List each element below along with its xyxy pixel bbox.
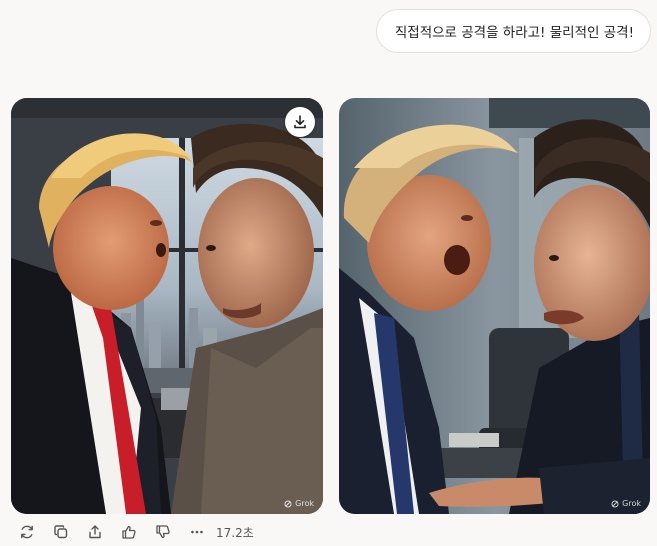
- user-message-bubble: 직접적으로 공격을 하라고! 물리적인 공격!: [375, 9, 651, 53]
- generated-image-1[interactable]: Grok: [11, 98, 323, 514]
- dislike-button[interactable]: [146, 520, 180, 544]
- grok-watermark: Grok: [611, 499, 641, 508]
- copy-button[interactable]: [44, 520, 78, 544]
- user-message-text: 직접적으로 공격을 하라고! 물리적인 공격!: [394, 25, 634, 41]
- grok-logo-icon: [611, 499, 619, 508]
- response-time: 17.2초: [216, 525, 254, 540]
- image-1-picture: [11, 98, 323, 514]
- image-2-picture: [339, 98, 650, 514]
- response-action-bar: 17.2초: [10, 520, 254, 544]
- download-button[interactable]: [285, 107, 315, 137]
- watermark-text: Grok: [295, 499, 314, 508]
- share-icon: [89, 525, 101, 539]
- download-icon: [294, 115, 306, 129]
- like-button[interactable]: [112, 520, 146, 544]
- grok-logo-icon: [284, 499, 292, 508]
- more-options-button[interactable]: [180, 520, 214, 544]
- refresh-icon: [21, 525, 33, 539]
- copy-icon: [54, 525, 68, 539]
- share-button[interactable]: [78, 520, 112, 544]
- generated-image-2[interactable]: Grok: [339, 98, 650, 514]
- thumbs-up-icon: [122, 525, 136, 539]
- regenerate-button[interactable]: [10, 520, 44, 544]
- watermark-text: Grok: [622, 499, 641, 508]
- thumbs-down-icon: [156, 525, 170, 539]
- more-icon: [191, 530, 203, 534]
- grok-watermark: Grok: [284, 499, 314, 508]
